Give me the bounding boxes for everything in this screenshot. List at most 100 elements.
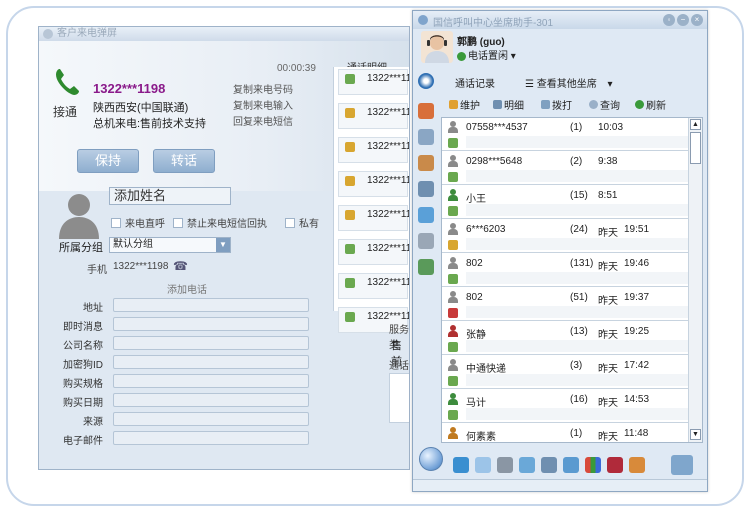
tab-view-other-agents[interactable]: ☰ 查看其他坐席 ▾ bbox=[525, 75, 613, 90]
record-row[interactable]: 6***6203 (24) 昨天 19:51 bbox=[442, 220, 688, 253]
record-row[interactable]: 0298***5648 (2) 9:38 bbox=[442, 152, 688, 185]
globe-icon[interactable] bbox=[418, 73, 434, 89]
company-field[interactable] bbox=[113, 336, 309, 350]
dial-button[interactable]: 拨打 bbox=[541, 97, 572, 112]
keyboard-icon[interactable] bbox=[541, 457, 557, 473]
phone-icon[interactable] bbox=[453, 457, 469, 473]
record-box[interactable] bbox=[389, 373, 409, 423]
assistant-title: 国信呼叫中心坐席助手-301 bbox=[433, 18, 554, 29]
call-in-icon bbox=[345, 244, 355, 254]
call-row[interactable]: 1322***11 bbox=[338, 69, 409, 95]
person-icon bbox=[448, 189, 458, 201]
copy-input-link[interactable]: 复制来电输入 bbox=[233, 99, 293, 115]
person-icon bbox=[448, 291, 458, 303]
screen-icon[interactable] bbox=[519, 457, 535, 473]
transfer-button[interactable]: 转话 bbox=[153, 149, 215, 173]
book-icon[interactable] bbox=[607, 457, 623, 473]
call-row[interactable]: 1322***11 bbox=[338, 103, 409, 129]
scroll-thumb[interactable] bbox=[690, 132, 701, 164]
telephone-icon[interactable]: ☎ bbox=[173, 259, 188, 273]
person-icon bbox=[448, 155, 458, 167]
call-row[interactable]: 1322***11 bbox=[338, 239, 409, 265]
reply-sms-link[interactable]: 回复来电短信 bbox=[233, 115, 293, 131]
monitor-icon[interactable] bbox=[418, 181, 434, 197]
add-phone-link[interactable]: 添加电话 bbox=[167, 281, 207, 296]
details-button[interactable]: 明细 bbox=[493, 97, 524, 112]
call-row[interactable]: 1322***11 bbox=[338, 171, 409, 197]
contact-name-input[interactable]: 添加姓名 bbox=[109, 187, 231, 205]
close-icon[interactable]: × bbox=[691, 14, 703, 26]
tab-call-records[interactable]: 通话记录 bbox=[455, 75, 495, 90]
phone-answer-icon[interactable] bbox=[53, 67, 81, 97]
call-detail-list: 1322***11 1322***11 1322***11 1322***11 … bbox=[333, 67, 409, 333]
user-name: 郭鹏 (guo) bbox=[457, 37, 505, 48]
handshake-icon[interactable] bbox=[418, 155, 434, 171]
assistant-bottom-toolbar bbox=[413, 447, 707, 479]
device-icon[interactable] bbox=[418, 233, 434, 249]
caller-number: 1322***1198 bbox=[93, 81, 166, 96]
record-row[interactable]: 07558***4537 (1) 10:03 bbox=[442, 118, 688, 151]
network-icon[interactable] bbox=[418, 207, 434, 223]
record-row[interactable]: 中通快递 (3) 昨天 17:42 bbox=[442, 356, 688, 389]
status-dropdown[interactable]: 电话置闲 ▾ bbox=[457, 47, 516, 62]
bar-chart-icon[interactable] bbox=[585, 457, 601, 473]
copy-number-link[interactable]: 复制来电号码 bbox=[233, 83, 293, 99]
scroll-down-icon[interactable]: ▼ bbox=[690, 429, 701, 440]
group-select[interactable]: 默认分组 ▼ bbox=[109, 237, 231, 253]
record-row[interactable]: 何素素 (1) 昨天 11:48 bbox=[442, 424, 688, 442]
contacts-icon[interactable] bbox=[418, 103, 434, 119]
private-checkbox[interactable]: 私有 bbox=[285, 215, 319, 230]
email-field[interactable] bbox=[113, 431, 309, 445]
purchase-spec-field[interactable] bbox=[113, 374, 309, 388]
email-label: 电子邮件 bbox=[63, 436, 103, 447]
call-row[interactable]: 1322***11 bbox=[338, 273, 409, 299]
address-field[interactable] bbox=[113, 298, 309, 312]
settings-icon[interactable]: ◦ bbox=[663, 14, 675, 26]
scroll-up-icon[interactable]: ▲ bbox=[690, 119, 701, 130]
user-avatar[interactable] bbox=[421, 31, 453, 63]
fax-icon[interactable] bbox=[497, 457, 513, 473]
call-missed-icon bbox=[345, 108, 355, 118]
notes-icon[interactable] bbox=[418, 129, 434, 145]
call-records-list: 07558***4537 (1) 10:03 0298***5648 (2) 9… bbox=[441, 117, 703, 443]
person-icon bbox=[448, 223, 458, 235]
call-row[interactable]: 1322***11 bbox=[338, 205, 409, 231]
record-row[interactable]: 小王 (15) 8:51 bbox=[442, 186, 688, 219]
source-field[interactable] bbox=[113, 412, 309, 426]
answer-label[interactable]: 接通 bbox=[53, 103, 77, 120]
call-in-icon bbox=[345, 312, 355, 322]
caller-region: 陕西西安(中国联通) bbox=[93, 102, 189, 114]
company-label: 公司名称 bbox=[63, 341, 103, 352]
block-sms-checkbox[interactable]: 禁止来电短信回执 bbox=[173, 215, 267, 230]
person-icon bbox=[448, 427, 458, 439]
purchase-date-field[interactable] bbox=[113, 393, 309, 407]
hold-button[interactable]: 保持 bbox=[77, 149, 139, 173]
settings-panel-icon[interactable] bbox=[671, 455, 693, 475]
assistant-toolbar: 维护 明细 拨打 查询 刷新 bbox=[439, 95, 707, 113]
record-row[interactable]: 802 (131) 昨天 19:46 bbox=[442, 254, 688, 287]
assistant-status-bar bbox=[413, 479, 707, 491]
minimize-icon[interactable]: − bbox=[677, 14, 689, 26]
org-chart-icon[interactable] bbox=[418, 259, 434, 275]
mobile-value: 1322***1198 bbox=[113, 261, 169, 272]
record-row[interactable]: 802 (51) 昨天 19:37 bbox=[442, 288, 688, 321]
window-icon[interactable] bbox=[563, 457, 579, 473]
direct-call-checkbox[interactable]: 来电直呼 bbox=[111, 215, 165, 230]
search-button[interactable]: 查询 bbox=[589, 97, 620, 112]
call-in-icon bbox=[448, 342, 458, 352]
call-row[interactable]: 1322***11 bbox=[338, 137, 409, 163]
records-scrollbar[interactable]: ▲ ▼ bbox=[688, 118, 702, 442]
maintain-button[interactable]: 维护 bbox=[449, 97, 480, 112]
chat-icon[interactable] bbox=[475, 457, 491, 473]
im-field[interactable] bbox=[113, 317, 309, 331]
refresh-button[interactable]: 刷新 bbox=[635, 97, 666, 112]
assistant-titlebar: 国信呼叫中心坐席助手-301 ◦ − × bbox=[413, 11, 707, 29]
call-timer: 00:00:39 bbox=[277, 63, 316, 74]
record-row[interactable]: 张静 (13) 昨天 19:25 bbox=[442, 322, 688, 355]
record-row[interactable]: 马计 (16) 昨天 14:53 bbox=[442, 390, 688, 423]
refresh-icon bbox=[635, 100, 644, 109]
im-label: 即时消息 bbox=[63, 322, 103, 333]
users-icon[interactable] bbox=[629, 457, 645, 473]
popup-titlebar: 客户来电弹屏 bbox=[39, 27, 409, 41]
dongle-id-field[interactable] bbox=[113, 355, 309, 369]
